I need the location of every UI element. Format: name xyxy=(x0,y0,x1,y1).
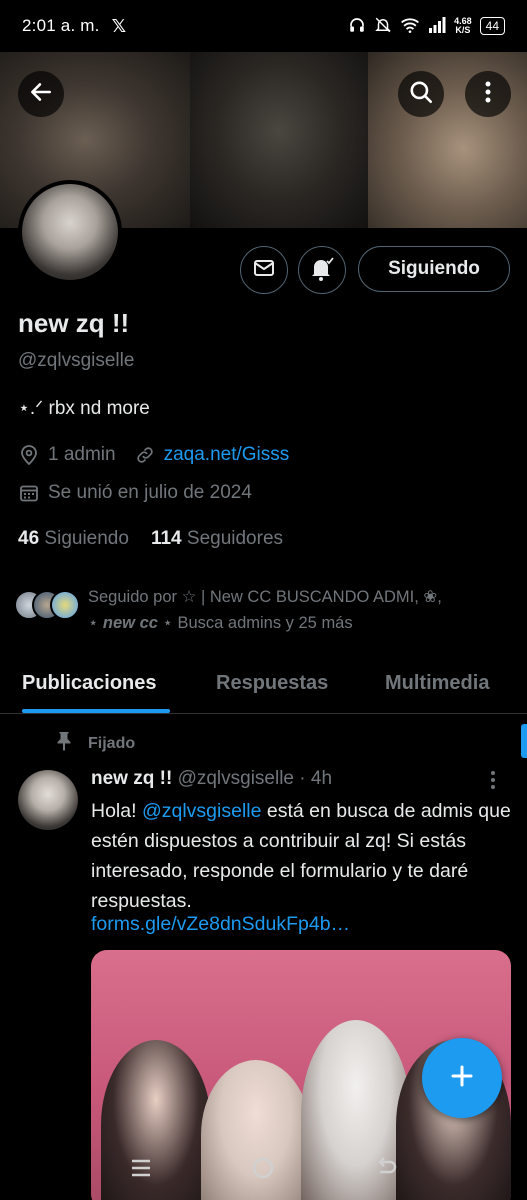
arrow-left-icon xyxy=(28,79,54,110)
tweet-url-link[interactable]: forms.gle/vZe8dnSdukFp4b… xyxy=(91,913,350,936)
status-time: 2:01 a. m. xyxy=(22,16,100,35)
search-icon xyxy=(408,79,434,110)
tab-multimedia[interactable]: Multimedia xyxy=(385,656,489,695)
followers-count: 114 xyxy=(150,528,182,549)
back-button[interactable] xyxy=(18,71,64,117)
profile-website-link[interactable]: zaqa.net/Gisss xyxy=(164,444,290,466)
bell-check-icon xyxy=(308,254,336,287)
more-vertical-icon xyxy=(485,81,491,108)
profile-location: 1 admin xyxy=(48,444,116,465)
tweet-avatar[interactable] xyxy=(18,770,78,830)
battery-indicator: 44 xyxy=(479,17,505,35)
pinned-text: Fijado xyxy=(88,734,136,752)
followed-by-suffix: ⋆ Busca admins y 25 más xyxy=(157,614,353,632)
profile-meta-row: 1 admin zaqa.net/Gisss xyxy=(18,444,289,466)
link-icon xyxy=(134,444,156,466)
tweet-more-button[interactable] xyxy=(490,770,496,795)
tweet-text: Hola! @zqlvsgiselle está en busca de adm… xyxy=(91,796,511,916)
followed-by-text: Seguido por ☆ | New CC BUSCANDO ADMI, ❀,… xyxy=(88,584,508,636)
wifi-icon xyxy=(400,16,420,37)
pin-icon xyxy=(56,731,72,756)
location-pin-icon xyxy=(18,444,40,466)
signal-icon xyxy=(428,16,446,36)
search-button[interactable] xyxy=(398,71,444,117)
followed-by-line-2: ⋆ new cc ⋆ Busca admins y 25 más xyxy=(88,610,508,636)
active-tab-indicator xyxy=(22,709,170,713)
tweet-text-start: Hola! xyxy=(91,800,142,822)
recent-apps-icon[interactable] xyxy=(129,1157,153,1184)
more-options-button[interactable] xyxy=(465,71,511,117)
scroll-indicator[interactable] xyxy=(521,724,527,758)
profile-name: new zq !! xyxy=(18,308,130,338)
followed-by-line-1: Seguido por ☆ | New CC BUSCANDO ADMI, ❀, xyxy=(88,588,442,606)
mute-bell-icon xyxy=(374,16,392,37)
following-label: Siguiendo xyxy=(44,528,129,549)
compose-button[interactable] xyxy=(422,1038,502,1118)
status-bar: 2:01 a. m. 𝕏 4.68 K/S 44 xyxy=(0,0,527,52)
system-nav-bar xyxy=(0,1140,527,1200)
followers-count-link[interactable]: 114 Seguidores xyxy=(151,528,283,550)
net-speed: 4.68 K/S xyxy=(454,17,472,35)
envelope-icon xyxy=(252,256,276,285)
profile-tabs: Publicaciones Respuestas Multimedia xyxy=(0,656,527,714)
plus-icon xyxy=(449,1063,475,1094)
tweet-time: · 4h xyxy=(299,768,333,789)
tweet-mention-link[interactable]: @zqlvsgiselle xyxy=(142,800,262,822)
profile-handle: @zqlvsgiselle xyxy=(18,350,135,371)
following-button[interactable]: Siguiendo xyxy=(358,246,510,292)
tweet-author-name[interactable]: new zq !! xyxy=(91,768,172,789)
followed-by-name: new cc xyxy=(102,614,158,632)
followed-by-prefix: ⋆ xyxy=(88,614,103,632)
net-speed-unit: K/S xyxy=(455,25,471,35)
follow-counts: 46 Siguiendo 114 Seguidores xyxy=(18,528,283,550)
following-count: 46 xyxy=(18,528,40,549)
profile-avatar[interactable] xyxy=(18,180,122,284)
nav-back-icon[interactable] xyxy=(374,1156,398,1185)
followed-by-avatars xyxy=(14,584,84,624)
profile-bio: ⋆.ᐟ rbx nd more xyxy=(18,398,150,419)
notifications-button[interactable] xyxy=(298,246,346,294)
profile-joined-row: Se unió en julio de 2024 xyxy=(18,482,252,504)
profile-joined: Se unió en julio de 2024 xyxy=(48,482,252,503)
tweet-header: new zq !! @zqlvsgiselle · 4h xyxy=(91,768,332,790)
pinned-label: Fijado xyxy=(56,731,135,756)
x-logo-icon: 𝕏 xyxy=(111,15,127,36)
headphones-icon xyxy=(348,16,366,37)
avatar xyxy=(50,590,80,620)
home-circle-icon[interactable] xyxy=(250,1155,276,1186)
tab-respuestas[interactable]: Respuestas xyxy=(216,656,328,695)
more-vertical-icon xyxy=(490,771,496,794)
followed-by[interactable]: Seguido por ☆ | New CC BUSCANDO ADMI, ❀,… xyxy=(14,584,508,636)
following-count-link[interactable]: 46 Siguiendo xyxy=(18,528,129,550)
status-right: 4.68 K/S 44 xyxy=(348,16,505,37)
tab-publicaciones[interactable]: Publicaciones xyxy=(22,656,157,695)
calendar-icon xyxy=(18,482,40,504)
followers-label: Seguidores xyxy=(186,528,284,549)
message-button[interactable] xyxy=(240,246,288,294)
tweet-author-handle: @zqlvsgiselle xyxy=(177,768,295,789)
banner-photo-2 xyxy=(190,52,368,228)
